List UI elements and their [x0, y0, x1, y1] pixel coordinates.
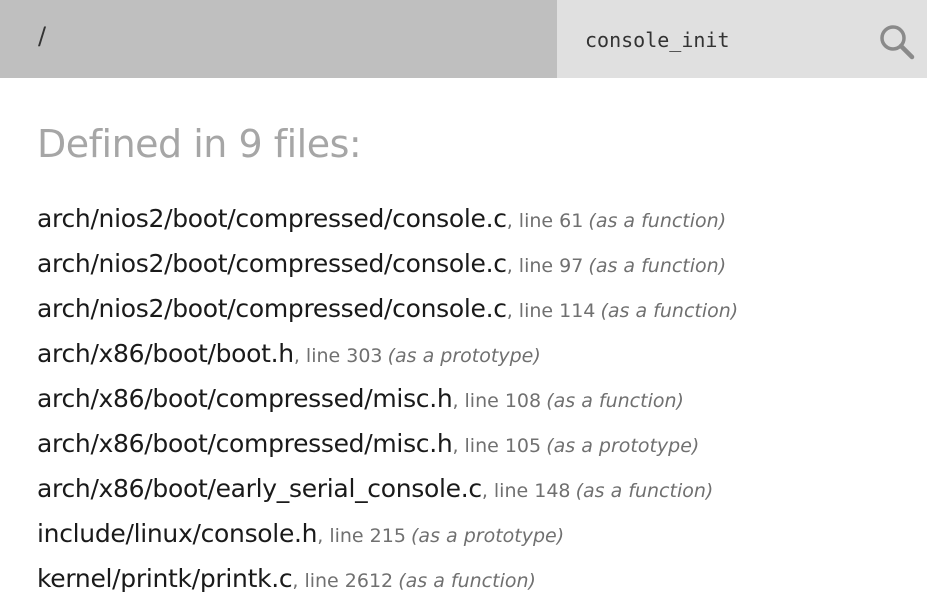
file-link[interactable]: include/linux/console.h — [37, 519, 318, 548]
result-item: arch/x86/boot/boot.h, line 303 (as a pro… — [37, 331, 917, 376]
result-item: arch/nios2/boot/compressed/console.c, li… — [37, 286, 917, 331]
path-breadcrumb: / — [0, 0, 557, 78]
line-number: , line 303 — [293, 345, 383, 367]
definition-kind: (as a prototype) — [411, 525, 565, 547]
line-number: , line 2612 — [292, 570, 394, 592]
definition-kind: (as a function) — [546, 390, 684, 412]
definition-kind: (as a prototype) — [387, 345, 541, 367]
line-number: , line 148 — [481, 480, 571, 502]
search-icon[interactable] — [879, 24, 915, 60]
result-list: arch/nios2/boot/compressed/console.c, li… — [37, 196, 917, 601]
result-item: arch/nios2/boot/compressed/console.c, li… — [37, 196, 917, 241]
line-number: , line 105 — [452, 435, 542, 457]
line-number: , line 215 — [317, 525, 406, 547]
definition-kind: (as a function) — [600, 300, 739, 322]
file-link[interactable]: arch/x86/boot/early_serial_console.c — [37, 474, 482, 503]
result-item: arch/x86/boot/early_serial_console.c, li… — [37, 466, 917, 511]
line-number: , line 97 — [506, 255, 584, 277]
result-item: kernel/printk/printk.c, line 2612 (as a … — [37, 556, 917, 601]
file-link[interactable]: kernel/printk/printk.c — [37, 564, 293, 593]
file-link[interactable]: arch/x86/boot/compressed/misc.h — [37, 384, 453, 413]
main-content: Defined in 9 files: arch/nios2/boot/comp… — [37, 118, 917, 601]
result-item: arch/nios2/boot/compressed/console.c, li… — [37, 241, 917, 286]
definition-kind: (as a prototype) — [546, 435, 700, 457]
search-input[interactable] — [585, 26, 875, 54]
page-title: Defined in 9 files: — [37, 122, 362, 166]
file-link[interactable]: arch/nios2/boot/compressed/console.c — [37, 294, 507, 323]
result-item: arch/x86/boot/compressed/misc.h, line 10… — [37, 421, 917, 466]
definition-kind: (as a function) — [588, 210, 727, 232]
definition-kind: (as a function) — [575, 480, 714, 502]
result-item: arch/x86/boot/compressed/misc.h, line 10… — [37, 376, 917, 421]
definition-kind: (as a function) — [588, 255, 727, 277]
top-bar: / — [0, 0, 927, 78]
search-bar — [557, 0, 927, 78]
line-number: , line 108 — [452, 390, 542, 412]
line-number: , line 61 — [506, 210, 584, 232]
definition-kind: (as a function) — [398, 570, 536, 592]
file-link[interactable]: arch/nios2/boot/compressed/console.c — [37, 204, 507, 233]
file-link[interactable]: arch/x86/boot/boot.h — [37, 339, 294, 368]
file-link[interactable]: arch/x86/boot/compressed/misc.h — [37, 429, 453, 458]
result-item: include/linux/console.h, line 215 (as a … — [37, 511, 917, 556]
line-number: , line 114 — [506, 300, 596, 322]
file-link[interactable]: arch/nios2/boot/compressed/console.c — [37, 249, 507, 278]
path-link[interactable]: / — [38, 22, 46, 50]
